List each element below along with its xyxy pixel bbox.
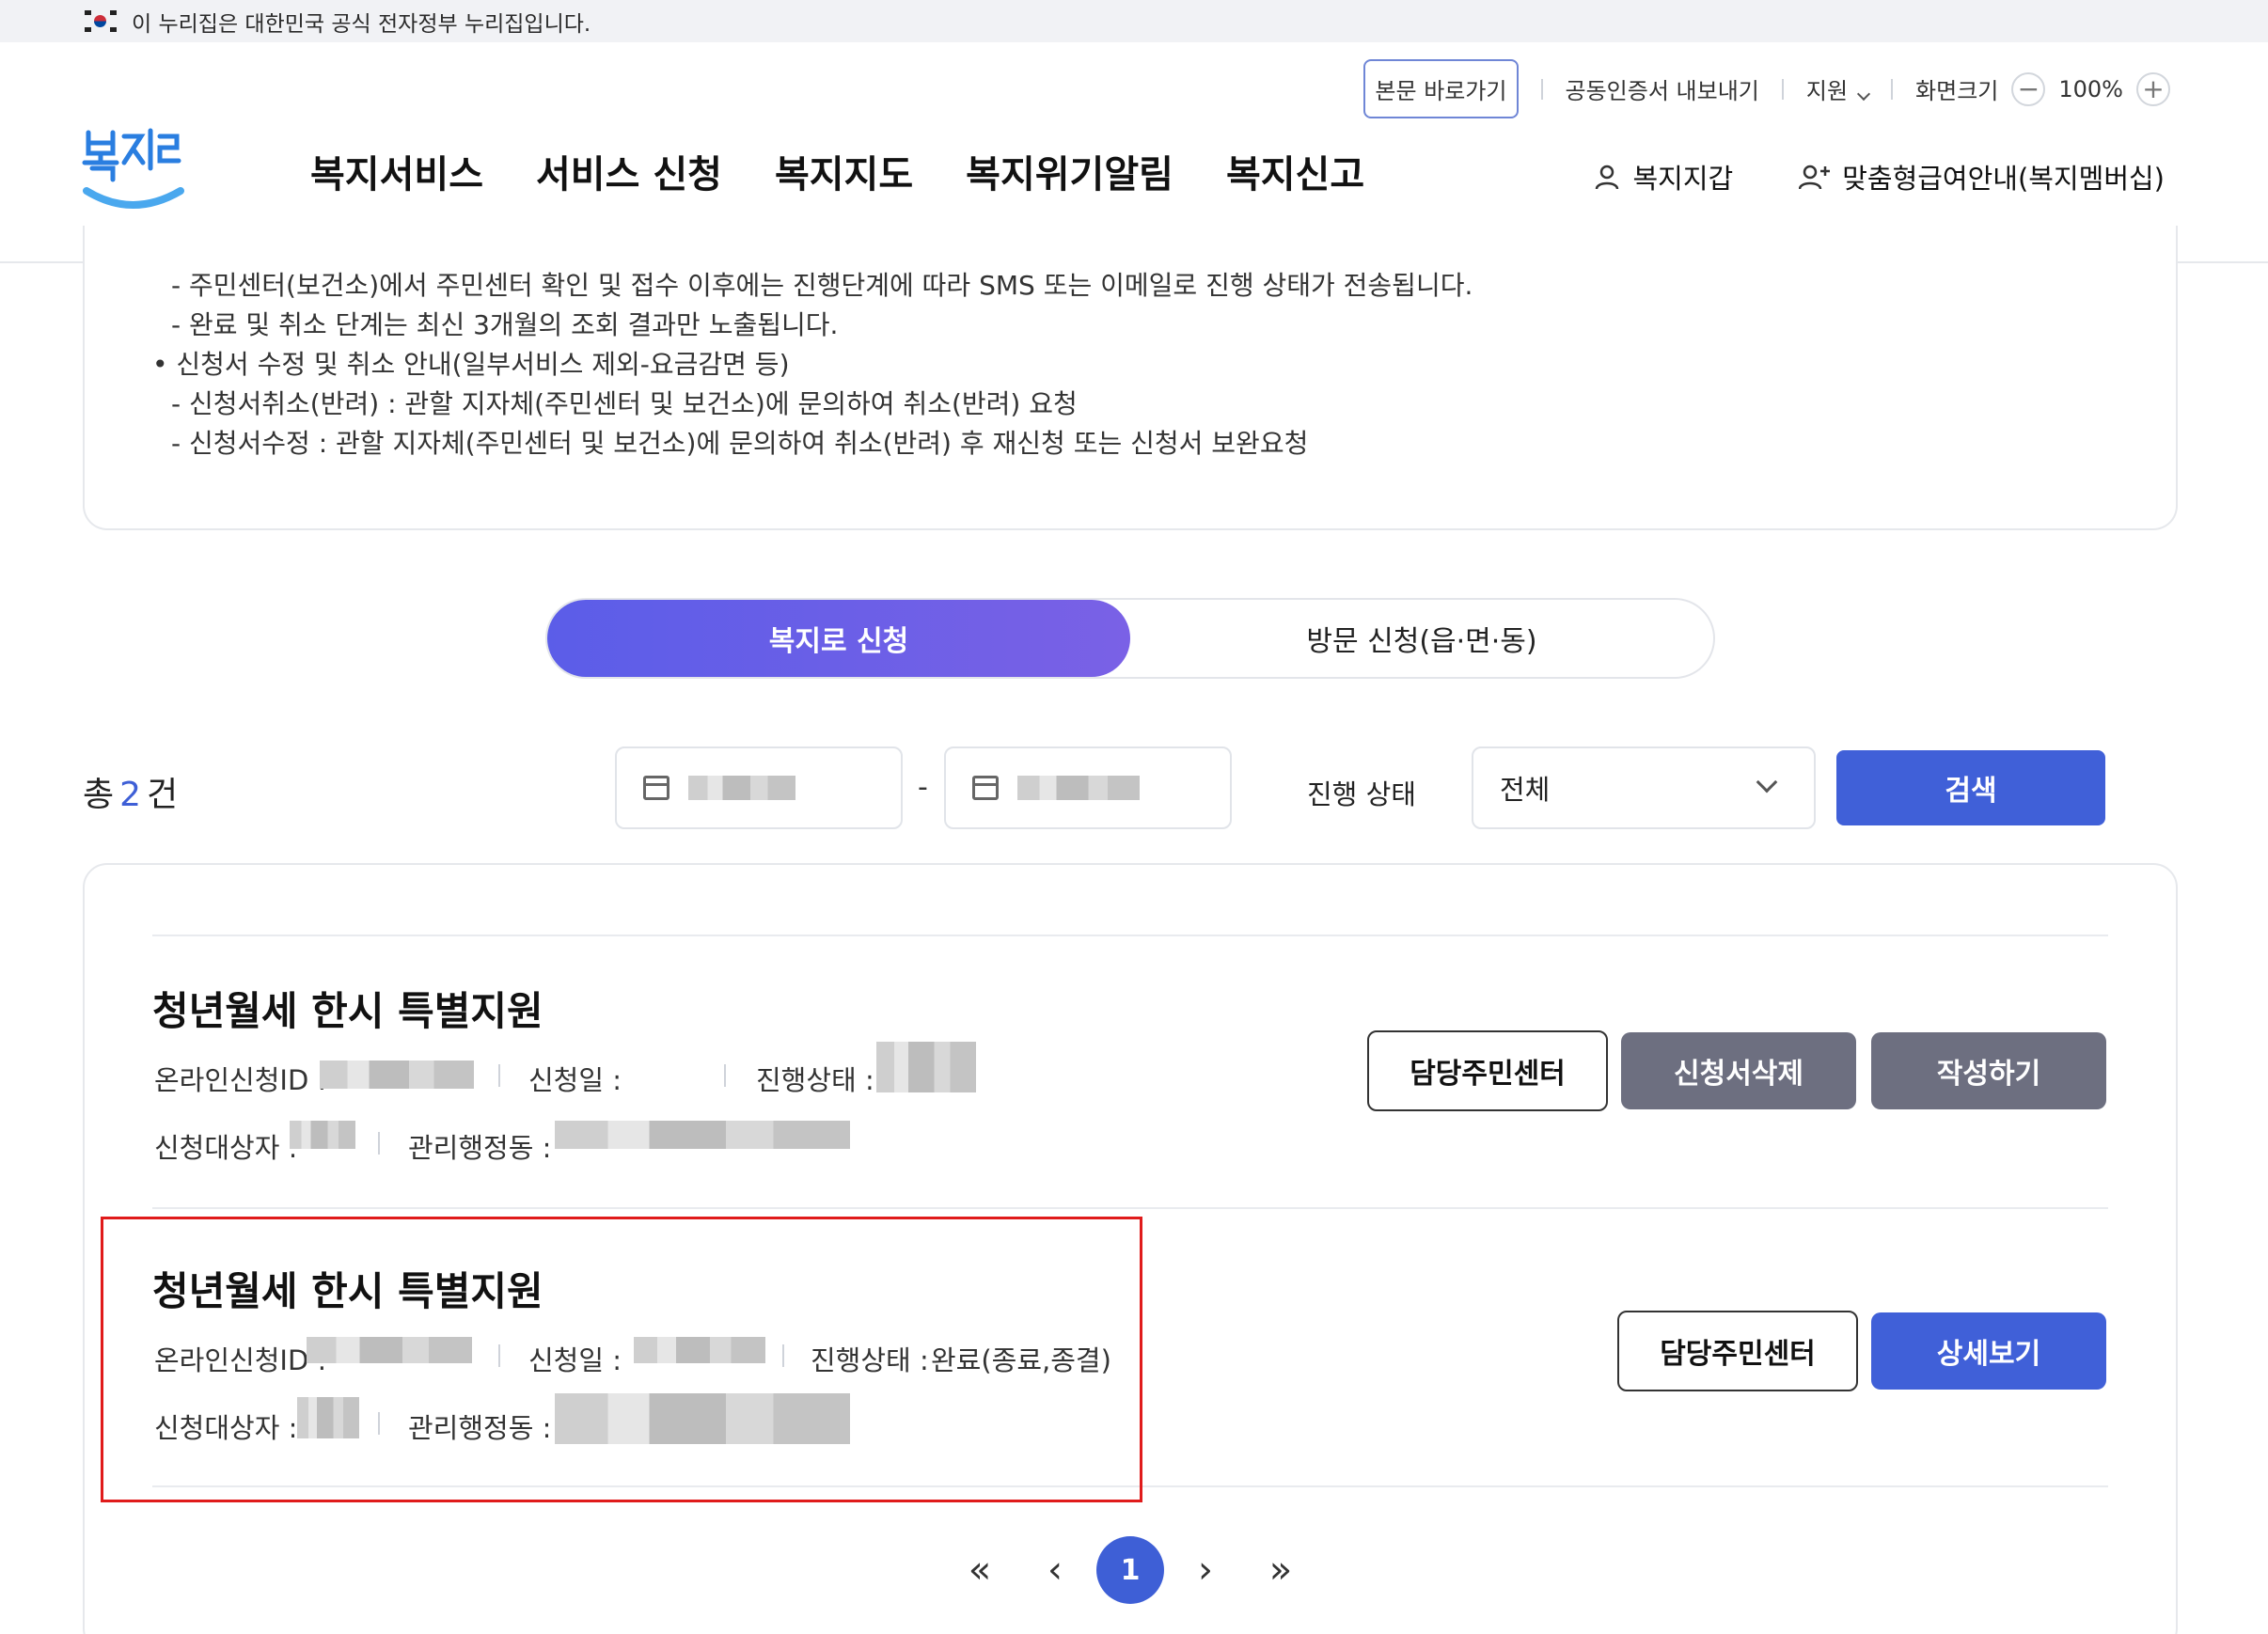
notice-box: - 주민센터(보건소)에서 주민센터 확인 및 접수 이후에는 진행단계에 따라…	[83, 226, 2178, 530]
view-detail-button[interactable]: 상세보기	[1871, 1312, 2106, 1390]
support-menu[interactable]: 지원	[1805, 72, 1871, 105]
redacted-office	[555, 1121, 850, 1149]
tab-bokjiro-apply[interactable]: 복지로 신청	[547, 600, 1130, 677]
notice-line: - 신청서취소(반려) : 관할 지자체(주민센터 및 보건소)에 문의하여 취…	[171, 388, 1078, 419]
end-date-input[interactable]	[944, 746, 1232, 829]
status-filter-label: 진행 상태	[1307, 778, 1416, 810]
support-label: 지원	[1805, 78, 1849, 104]
page-1-button[interactable]: 1	[1096, 1536, 1164, 1604]
utility-bar: 본문 바로가기 공동인증서 내보내기 지원 화면크기 − 100% +	[1363, 59, 2183, 118]
delete-application-button[interactable]: 신청서삭제	[1621, 1032, 1856, 1109]
highlight-box	[101, 1217, 1142, 1502]
user-icon	[1596, 165, 1619, 190]
card-title: 청년월세 한시 특별지원	[152, 988, 543, 1034]
community-center-button[interactable]: 담당주민센터	[1367, 1030, 1608, 1111]
redacted-date	[688, 776, 795, 800]
apply-type-tabs: 복지로 신청 방문 신청(읍·면·동)	[545, 598, 1715, 679]
last-page-button[interactable]: »	[1247, 1536, 1315, 1604]
total-prefix: 총	[83, 776, 115, 814]
cert-export-link[interactable]: 공동인증서 내보내기	[1566, 72, 1759, 105]
redacted-target	[290, 1121, 355, 1149]
notice-line: • 신청서 수정 및 취소 안내(일부서비스 제외-요금감면 등)	[152, 349, 790, 380]
screen-size-label: 화면크기	[1915, 78, 1999, 104]
notice-line: - 신청서수정 : 관할 지자체(주민센터 및 보건소)에 문의하여 취소(반려…	[171, 428, 1309, 459]
gov-banner-text: 이 누리집은 대한민국 공식 전자정부 누리집입니다.	[132, 11, 591, 37]
welfare-wallet-label: 복지지갑	[1632, 163, 1734, 195]
main-nav: 복지서비스 서비스 신청 복지지도 복지위기알림 복지신고	[310, 144, 1364, 198]
nav-item-service-apply[interactable]: 서비스 신청	[536, 144, 722, 198]
gov-banner: 이 누리집은 대한민국 공식 전자정부 누리집입니다.	[0, 0, 2268, 42]
zoom-out-button[interactable]: −	[2011, 71, 2046, 106]
prev-page-button[interactable]: ‹	[1021, 1536, 1089, 1604]
redacted-date	[1017, 776, 1140, 800]
user-plus-icon	[1799, 165, 1831, 190]
welfare-wallet-link[interactable]: 복지지갑	[1593, 157, 1733, 196]
status-select-value: 전체	[1500, 774, 1551, 806]
util-divider	[1891, 78, 1894, 100]
korea-flag-icon	[85, 10, 117, 32]
meta-divider	[724, 1064, 726, 1087]
office-label: 관리행정동 :	[408, 1132, 552, 1164]
redacted-status	[876, 1042, 976, 1092]
membership-link[interactable]: 맞춤형급여안내(복지멤버십)	[1799, 157, 2165, 196]
nav-item-welfare-service[interactable]: 복지서비스	[310, 144, 483, 198]
nav-item-welfare-map[interactable]: 복지지도	[775, 144, 913, 198]
total-suffix: 건	[147, 776, 179, 814]
status-select[interactable]: 전체	[1472, 746, 1816, 829]
list-divider	[152, 1207, 2108, 1209]
util-divider	[1540, 78, 1543, 100]
meta-divider	[498, 1064, 500, 1087]
status-label: 진행상태 :	[756, 1064, 874, 1096]
zoom-in-button[interactable]: +	[2136, 71, 2170, 106]
calendar-icon	[643, 776, 669, 800]
redacted-online-id	[320, 1061, 474, 1089]
bokjiro-logo[interactable]	[81, 116, 184, 219]
online-id-label: 온라인신청ID :	[154, 1064, 327, 1096]
zoom-value: 100%	[2058, 75, 2123, 102]
notice-line: - 완료 및 취소 단계는 최신 3개월의 조회 결과만 노출됩니다.	[171, 309, 839, 340]
skip-to-content-link[interactable]: 본문 바로가기	[1363, 59, 1519, 118]
meta-divider	[378, 1132, 380, 1155]
apply-date-label: 신청일 :	[528, 1064, 622, 1096]
target-label: 신청대상자 :	[154, 1132, 298, 1164]
total-count: 총2건	[83, 767, 178, 816]
tab-visit-apply[interactable]: 방문 신청(읍·면·동)	[1130, 600, 1713, 677]
community-center-button[interactable]: 담당주민센터	[1617, 1311, 1858, 1391]
chevron-down-icon	[1856, 86, 1871, 102]
calendar-icon	[972, 776, 999, 800]
start-date-input[interactable]	[615, 746, 903, 829]
date-range-dash: -	[918, 771, 928, 804]
next-page-button[interactable]: ›	[1172, 1536, 1239, 1604]
list-divider	[152, 935, 2108, 936]
membership-label: 맞춤형급여안내(복지멤버십)	[1842, 163, 2165, 195]
write-application-button[interactable]: 작성하기	[1871, 1032, 2106, 1109]
search-button[interactable]: 검색	[1836, 750, 2105, 825]
first-page-button[interactable]: «	[946, 1536, 1014, 1604]
total-count-value: 2	[119, 776, 142, 814]
chevron-down-icon	[1756, 771, 1778, 793]
util-divider	[1781, 78, 1784, 100]
nav-item-crisis-alert[interactable]: 복지위기알림	[966, 144, 1173, 198]
notice-line: - 주민센터(보건소)에서 주민센터 확인 및 접수 이후에는 진행단계에 따라…	[171, 270, 1473, 301]
my-area: 복지지갑 맞춤형급여안내(복지멤버십)	[1593, 157, 2165, 196]
nav-item-welfare-report[interactable]: 복지신고	[1226, 144, 1364, 198]
